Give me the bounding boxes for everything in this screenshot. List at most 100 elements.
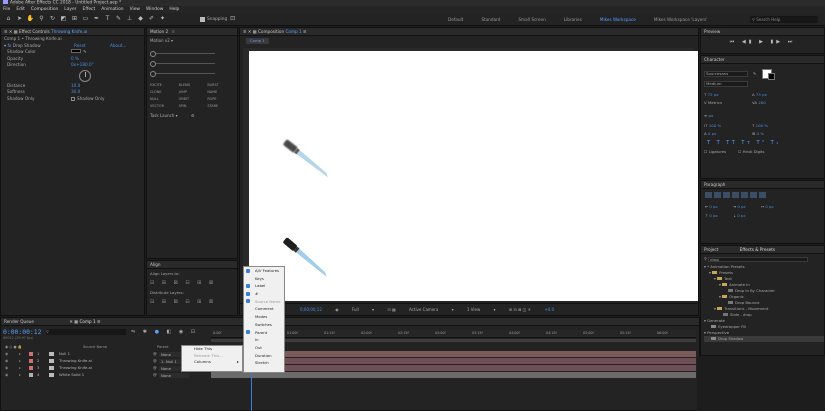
justify-all-icon[interactable] <box>759 192 766 198</box>
visibility-icon[interactable]: ◉ <box>5 358 8 364</box>
rectangle-tool-icon[interactable]: ▭ <box>82 15 90 23</box>
parent-pickwhip-icon[interactable]: @ <box>153 365 157 371</box>
layer-name[interactable]: Null 1 <box>59 351 70 357</box>
resolution-select[interactable]: Full ▾ <box>352 307 374 312</box>
motion-slider-2[interactable] <box>150 61 215 67</box>
view-options-icons[interactable]: ⊞ ⊟ ⊠ ◫ ✳ <box>509 307 531 312</box>
menu-window[interactable]: Window <box>146 7 163 12</box>
label-swatch[interactable] <box>29 358 35 364</box>
paragraph-tab[interactable]: Paragraph <box>701 181 824 189</box>
label-swatch[interactable] <box>29 372 35 378</box>
faux-style-buttons[interactable]: T T TT Tт T¹ T₁ <box>701 136 824 146</box>
space-after-field[interactable]: ⇣ 0 px <box>733 213 746 218</box>
tab-effects-presets[interactable]: Effects & Presets <box>740 247 775 252</box>
selection-tool-icon[interactable]: ➤ <box>16 15 24 23</box>
workspace-small-screen[interactable]: Small Screen <box>518 16 545 24</box>
motion-btn-spin[interactable]: SPIN <box>179 104 206 108</box>
indent-first-field[interactable]: ↦ 0 px <box>761 204 774 209</box>
pan-behind-tool-icon[interactable]: ⊞ <box>71 15 79 23</box>
timeline-timecode[interactable]: 0:00:00:12 <box>3 328 41 336</box>
hindi-digits-checkbox[interactable]: ☐ Hindi Digits <box>738 149 765 154</box>
columns-menu-item[interactable]: Comment <box>244 305 284 313</box>
columns-menu-item[interactable]: In <box>244 336 284 344</box>
menu-help[interactable]: Help <box>169 7 179 12</box>
parent-select[interactable]: None <box>159 372 189 378</box>
search-help-input[interactable]: ⚲ Search Help <box>750 16 818 23</box>
tab-project[interactable]: Project <box>704 247 718 252</box>
align-left-icon[interactable] <box>705 192 712 198</box>
tracking-field[interactable]: VA 200 <box>752 100 766 105</box>
align-center-icon[interactable] <box>714 192 721 198</box>
font-family-select[interactable]: Sourcesans <box>704 70 748 77</box>
parent-pickwhip-icon[interactable]: @ <box>153 351 157 357</box>
table-row[interactable]: ◉ ▸ 1 Null 1 @ None <box>1 351 211 357</box>
tab-render-queue[interactable]: Render Queue <box>4 319 34 324</box>
shadow-color-swatch[interactable] <box>71 49 81 53</box>
timeline-switch-icons[interactable]: ⇋ ✱ ● ◧ ◉ ⊡ <box>131 329 198 335</box>
menu-file[interactable]: File <box>3 7 10 12</box>
align-right-icon[interactable] <box>723 192 730 198</box>
composition-tab[interactable]: ≡ ✕ ▦ Composition Comp 1 ≡ <box>240 28 698 36</box>
eyedropper-icon[interactable]: ✎ <box>83 49 87 56</box>
visibility-icon[interactable]: ◉ <box>5 372 8 378</box>
stroke-color-swatch[interactable] <box>768 73 776 80</box>
columns-menu-item[interactable]: Stretch <box>244 359 284 367</box>
indent-left-field[interactable]: ⇤ 0 px <box>705 204 733 209</box>
about-button[interactable]: About... <box>110 43 126 50</box>
leading-field[interactable]: A 75 px <box>752 92 767 97</box>
indent-right-field[interactable]: ⇥ 0 px <box>733 204 761 209</box>
motion-btn-rope[interactable]: ROPE <box>207 97 234 101</box>
motion-btn-blend[interactable]: BLEND <box>179 83 206 87</box>
align-buttons[interactable]: ⊟ ⊞ ⊠ ⊟ ⊞ ⊠ <box>147 278 237 288</box>
timeline-search-input[interactable]: ⚲ <box>46 329 126 335</box>
space-before-field[interactable]: ⇡ 0 px <box>705 213 733 218</box>
workspace-standard[interactable]: Standard <box>481 16 500 24</box>
motion-btn-stare[interactable]: STARE <box>207 104 234 108</box>
motion-slider-1[interactable] <box>150 51 215 57</box>
direction-dial[interactable] <box>79 69 91 82</box>
eyedropper-icon[interactable]: ✎ <box>753 71 756 76</box>
camera-snapshot-icon[interactable]: ◉ <box>335 307 339 312</box>
workspace-default[interactable]: Default <box>448 16 463 24</box>
direction-value[interactable]: 0x+180.0° <box>71 62 94 69</box>
motion-btn-name[interactable]: NAME <box>207 90 234 94</box>
tree-item-selected[interactable]: Drop Shadow <box>704 335 824 342</box>
align-tab[interactable]: Align <box>147 261 237 269</box>
menu-effect[interactable]: Effect <box>83 7 96 12</box>
menu-item-columns[interactable]: Columns ▸ <box>182 359 242 366</box>
font-size-field[interactable]: T 72 px <box>704 92 752 97</box>
columns-menu-item[interactable]: Duration <box>244 352 284 360</box>
table-row[interactable]: ◉ ▸ 4 White Solid 1 @ None <box>1 372 211 378</box>
brush-tool-icon[interactable]: ✎ <box>115 15 123 23</box>
horizontal-scale-field[interactable]: T 100 % <box>752 123 768 128</box>
twirl-icon[interactable]: ▸ <box>19 372 21 378</box>
menu-edit[interactable]: Edit <box>16 7 25 12</box>
parent-pickwhip-icon[interactable]: @ <box>153 372 157 378</box>
kerning-field[interactable]: V Metrics <box>704 100 752 105</box>
chevron-down-icon[interactable]: ≡ <box>303 29 307 34</box>
twirl-icon[interactable]: ▸ <box>19 358 21 364</box>
motion-btn-orbit[interactable]: ORBIT <box>179 97 206 101</box>
region-of-interest-icon[interactable]: ⊡ ▦ <box>387 307 395 312</box>
motion-btn-excite[interactable]: EXCITE <box>150 83 177 87</box>
visibility-icon[interactable]: ◉ <box>5 351 8 357</box>
workspace-mikes-layers[interactable]: Mikes Workspace 'Layers' <box>654 16 708 24</box>
parent-pickwhip-icon[interactable]: @ <box>153 358 157 364</box>
pen-tool-icon[interactable]: ✒ <box>93 15 101 23</box>
motion-btn-clone[interactable]: CLONE <box>150 90 177 94</box>
workspace-mikes[interactable]: Mikes Workspace <box>600 16 636 24</box>
motion2-tab[interactable]: Motion 2 ≡ <box>147 28 237 36</box>
rotate-tool-icon[interactable]: ↻ <box>49 15 57 23</box>
font-style-select[interactable]: Medium <box>704 81 748 87</box>
baseline-shift-field[interactable]: A 0 px <box>704 131 752 136</box>
columns-menu-item[interactable]: Keys <box>244 275 284 283</box>
effect-controls-tab[interactable]: ≡ ✕ ▦ Effect Controls Throwing Knife.ai <box>1 28 144 36</box>
snapping-options-icon[interactable]: ⊡ <box>229 15 237 23</box>
menu-animation[interactable]: Animation <box>101 7 123 12</box>
playback-controls[interactable]: ⏮ ◀▮ ▶ ▮▶ ⏭ <box>701 39 824 45</box>
gear-icon[interactable]: ⚙ <box>191 113 195 118</box>
motion-btn-burst[interactable]: BURST <box>207 83 234 87</box>
snapping-checkbox[interactable] <box>200 16 205 22</box>
views-select[interactable]: 1 View ▾ <box>467 307 496 312</box>
hand-tool-icon[interactable]: ✋ <box>27 15 35 23</box>
